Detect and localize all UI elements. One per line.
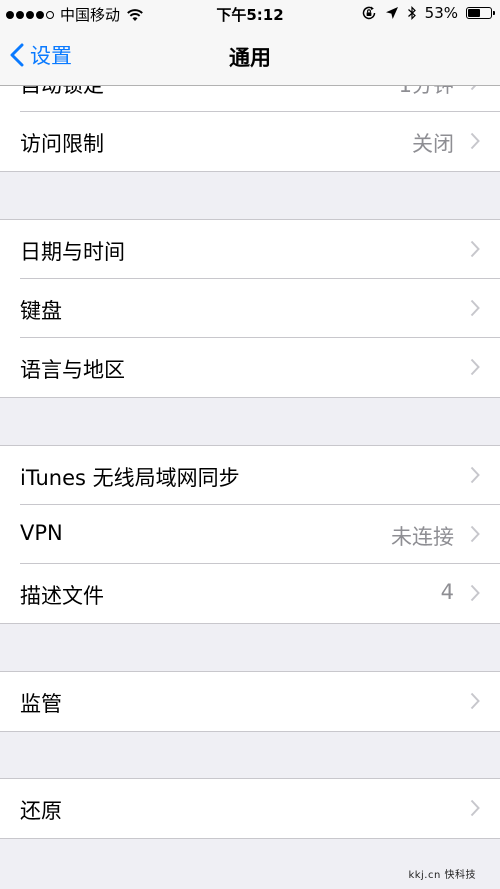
row-value: 未连接 [391,525,454,549]
battery-level [468,9,480,17]
row-value: 4 [440,580,454,604]
chevron-right-icon [470,584,480,602]
chevron-right-icon [470,692,480,710]
row-label: 键盘 [20,299,62,323]
navigation-bar: 设置 通用 [0,28,500,86]
settings-row-supervision[interactable]: 监管 [0,672,500,731]
row-label: 监管 [20,692,62,716]
chevron-right-icon [470,299,480,317]
row-label: 语言与地区 [20,358,125,382]
settings-row-reset[interactable]: 还原 [0,779,500,838]
chevron-right-icon [470,799,480,817]
group-divider [0,623,500,624]
group-divider [0,731,500,732]
bluetooth-icon [407,6,416,20]
row-label: 日期与时间 [20,240,125,264]
group-divider [0,171,500,172]
chevron-right-icon [470,240,480,258]
rotation-lock-icon [362,6,375,20]
settings-row-profiles[interactable]: 描述文件 4 [0,564,500,623]
row-label: 描述文件 [20,584,104,608]
location-arrow-icon [385,7,398,19]
group-divider [0,397,500,398]
row-label: VPN [20,521,63,545]
status-right: 53% [361,4,495,22]
settings-row-keyboard[interactable]: 键盘 [0,279,500,338]
row-label: 还原 [20,799,62,823]
battery-icon [466,7,495,19]
group-divider [0,838,500,839]
row-label: iTunes 无线局域网同步 [20,466,240,490]
chevron-right-icon [470,358,480,376]
chevron-right-icon [470,525,480,543]
chevron-right-icon [470,466,480,484]
settings-row-restrictions[interactable]: 访问限制 关闭 [0,112,500,171]
settings-row-vpn[interactable]: VPN 未连接 [0,505,500,564]
settings-row-date-time[interactable]: 日期与时间 [0,220,500,279]
row-label: 访问限制 [20,132,104,156]
page-title: 通用 [229,46,271,70]
settings-row-language-region[interactable]: 语言与地区 [0,338,500,397]
watermark: kkj.cn 快科技 [408,870,476,881]
row-value: 关闭 [412,132,454,156]
status-bar: 中国移动 下午5:12 53% [0,0,500,28]
chevron-right-icon [470,132,480,150]
settings-row-itunes-wifi-sync[interactable]: iTunes 无线局域网同步 [0,446,500,505]
battery-percentage: 53% [424,4,458,22]
